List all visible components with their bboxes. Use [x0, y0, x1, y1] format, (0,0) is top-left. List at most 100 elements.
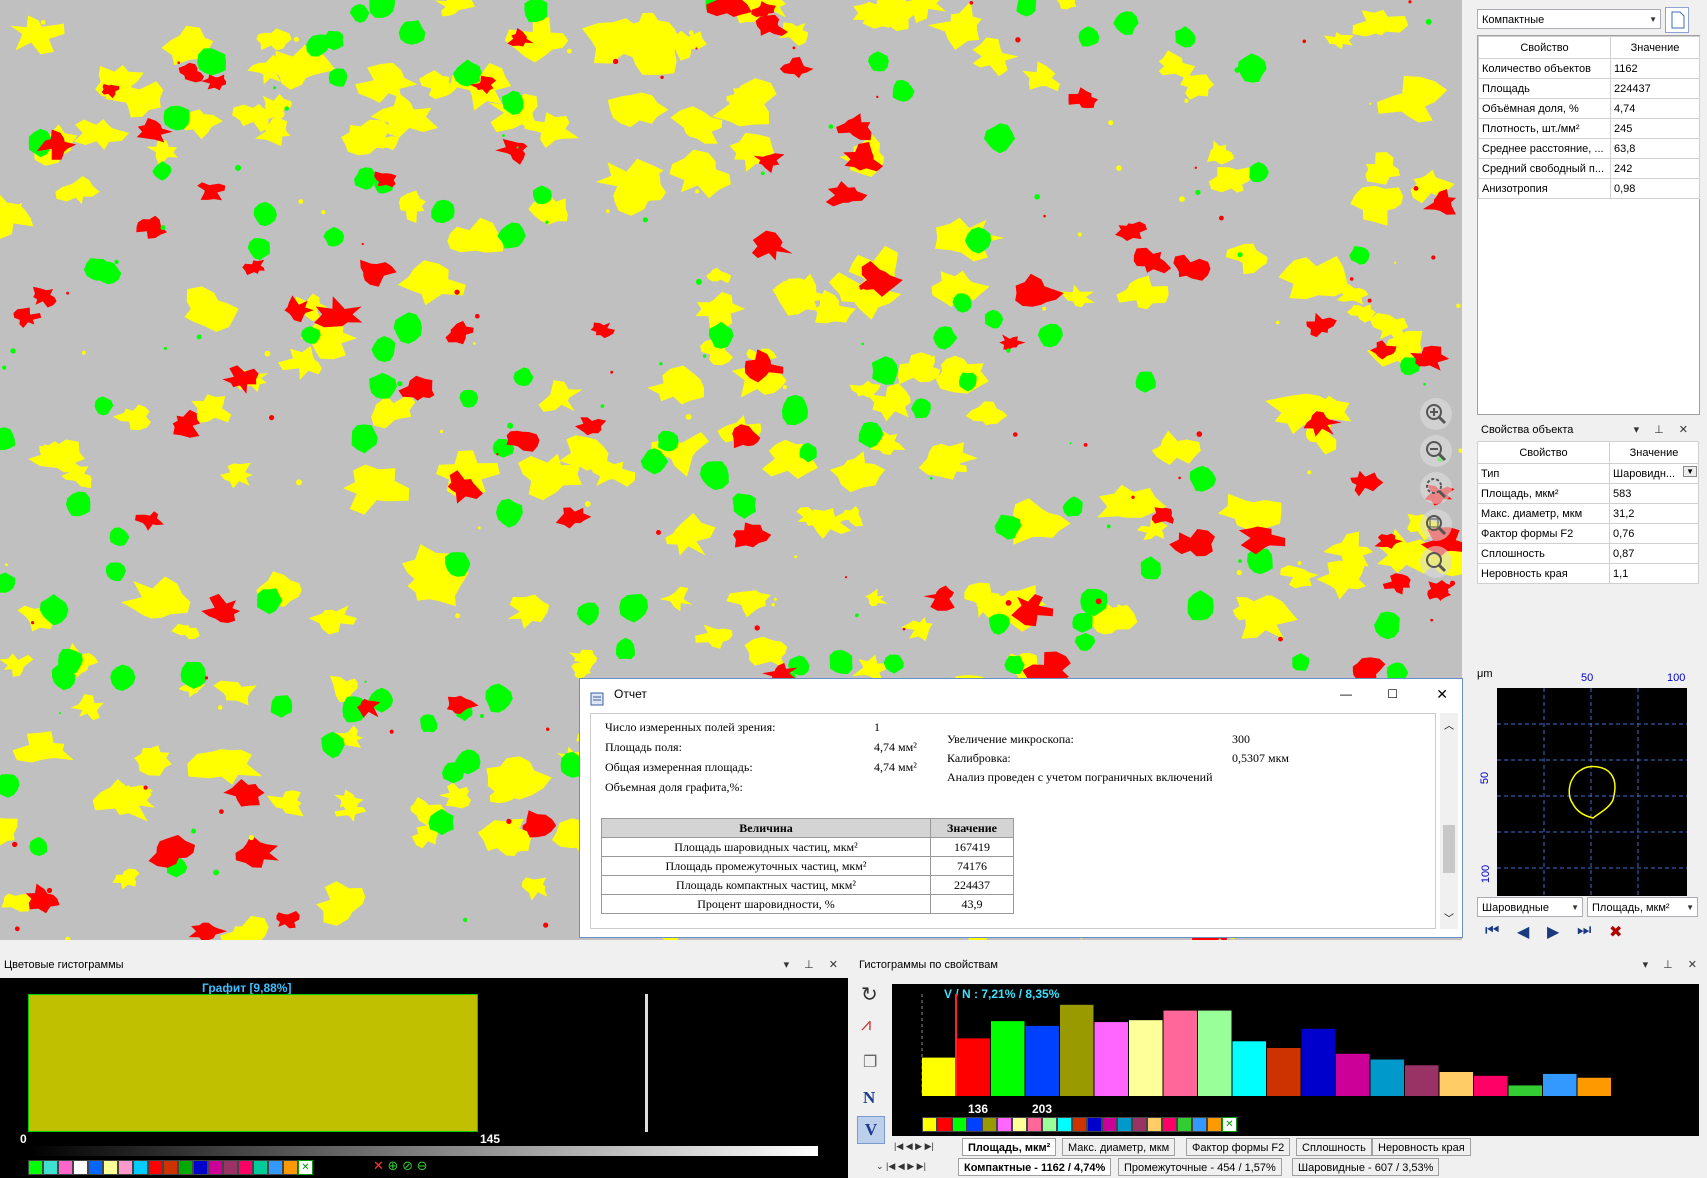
particle[interactable]: [267, 790, 304, 817]
particle[interactable]: [972, 37, 1019, 77]
palette-swatch[interactable]: [43, 1160, 58, 1175]
particle[interactable]: [588, 459, 636, 487]
palette-swatch[interactable]: [193, 1160, 208, 1175]
particle[interactable]: [521, 877, 548, 901]
class-tab-nav-icon[interactable]: ⌄ |◀ ◀ ▶ ▶|: [876, 1161, 926, 1172]
particle[interactable]: [109, 527, 130, 546]
particle[interactable]: [328, 68, 348, 87]
palette-swatch[interactable]: [1207, 1117, 1222, 1132]
particle[interactable]: [1068, 87, 1099, 109]
object-row[interactable]: Макс. диаметр, мкм 31,2: [1477, 503, 1699, 524]
particle[interactable]: [868, 51, 889, 72]
type-dropdown-icon[interactable]: ▼: [1683, 466, 1697, 477]
particle[interactable]: [647, 365, 704, 405]
hist-bar-5[interactable]: [1094, 1022, 1129, 1096]
particle[interactable]: [434, 0, 475, 17]
add-color-icon[interactable]: ⊕: [388, 1158, 399, 1173]
hist-bar-9[interactable]: [1232, 1041, 1267, 1096]
tab-2[interactable]: Фактор формы F2: [1186, 1138, 1291, 1156]
panel-controls[interactable]: ▾ ⊥ ✕: [784, 955, 844, 975]
particle[interactable]: [726, 590, 771, 618]
scroll-thumb[interactable]: [1443, 825, 1455, 873]
last-icon[interactable]: ⏭: [1577, 922, 1591, 940]
tab-1[interactable]: Макс. диаметр, мкм: [1062, 1138, 1176, 1156]
particle[interactable]: [13, 307, 42, 329]
palette-swatch[interactable]: [1162, 1117, 1177, 1132]
next-icon[interactable]: ▶: [1547, 922, 1559, 942]
particle[interactable]: [1249, 161, 1269, 183]
particle[interactable]: [112, 404, 151, 431]
report-row[interactable]: Площадь шаровидных частиц, мкм² 167419: [601, 837, 1014, 857]
hist-bar-14[interactable]: [1405, 1065, 1439, 1096]
palette-swatch[interactable]: [133, 1160, 148, 1175]
particle[interactable]: [55, 176, 100, 205]
particle[interactable]: [12, 731, 75, 763]
particle[interactable]: [1352, 657, 1386, 681]
particle[interactable]: [607, 92, 669, 128]
palette-swatch[interactable]: [952, 1117, 967, 1132]
particle[interactable]: [447, 217, 504, 253]
particle[interactable]: [1116, 275, 1169, 310]
summary-row[interactable]: Объёмная доля, % 4,74: [1478, 98, 1700, 119]
zoom-selection-icon[interactable]: [1420, 472, 1452, 504]
object-row[interactable]: Площадь, мкм² 583: [1477, 483, 1699, 504]
particle[interactable]: [351, 424, 378, 454]
particle[interactable]: [369, 372, 397, 399]
particle[interactable]: [1061, 284, 1095, 308]
tab-1[interactable]: Промежуточные - 454 / 1,57%: [1118, 1158, 1282, 1176]
particle[interactable]: [134, 745, 172, 776]
particle[interactable]: [277, 345, 322, 380]
prev-icon[interactable]: ◀: [1517, 922, 1529, 942]
particle[interactable]: [829, 451, 886, 493]
particle[interactable]: [105, 562, 126, 581]
hist-bar-16[interactable]: [1474, 1075, 1508, 1096]
particle[interactable]: [220, 915, 269, 940]
palette-swatch[interactable]: [58, 1160, 73, 1175]
particle[interactable]: [1278, 256, 1350, 300]
tab-0[interactable]: Площадь, мкм²: [962, 1138, 1057, 1156]
particle[interactable]: [1012, 498, 1071, 545]
zoom-in-icon[interactable]: [1420, 398, 1452, 430]
palette-swatch[interactable]: [997, 1117, 1012, 1132]
particle[interactable]: [323, 226, 345, 247]
palette-swatch[interactable]: [103, 1160, 118, 1175]
particle[interactable]: [999, 334, 1026, 350]
palette-swatch[interactable]: [1117, 1117, 1132, 1132]
particle[interactable]: [431, 199, 455, 223]
particle[interactable]: [988, 613, 1010, 635]
hist-bar-1[interactable]: [956, 1038, 991, 1096]
particle[interactable]: [256, 28, 292, 51]
particle[interactable]: [1022, 61, 1061, 92]
particle[interactable]: [871, 356, 898, 385]
palette-swatch[interactable]: [268, 1160, 283, 1175]
particle[interactable]: [135, 511, 164, 531]
particle[interactable]: [829, 649, 853, 674]
hist-bar-19[interactable]: [1577, 1077, 1612, 1096]
particle[interactable]: [0, 201, 34, 239]
particle[interactable]: [495, 138, 528, 165]
tab-0[interactable]: Компактные - 1162 / 4,74%: [958, 1158, 1112, 1176]
threshold-marker[interactable]: [645, 994, 648, 1132]
prop-hist-area[interactable]: V / N : 7,21% / 8,35% 136 203 ✕: [892, 984, 1699, 1136]
particle[interactable]: [146, 139, 178, 165]
panel-controls[interactable]: ▾ ⊥ ✕: [1643, 955, 1703, 975]
particle[interactable]: [1158, 50, 1196, 80]
particle[interactable]: [201, 74, 226, 91]
particle[interactable]: [1133, 247, 1172, 274]
particle[interactable]: [555, 507, 592, 529]
particle[interactable]: [112, 868, 140, 890]
particle[interactable]: [507, 594, 549, 629]
preview-property-select[interactable]: Площадь, мкм² ▼: [1587, 897, 1698, 917]
particle[interactable]: [121, 576, 191, 619]
particle[interactable]: [459, 389, 479, 408]
palette-swatch[interactable]: [1177, 1117, 1192, 1132]
particle[interactable]: [354, 167, 377, 190]
summary-row[interactable]: Анизотропия 0,98: [1478, 178, 1700, 199]
particle[interactable]: [242, 259, 265, 276]
particle[interactable]: [1350, 185, 1404, 226]
palette-swatch[interactable]: [922, 1117, 937, 1132]
scroll-up-icon[interactable]: ︿: [1440, 717, 1458, 732]
particle[interactable]: [744, 636, 788, 669]
palette-swatch[interactable]: [148, 1160, 163, 1175]
particle[interactable]: [223, 779, 265, 807]
